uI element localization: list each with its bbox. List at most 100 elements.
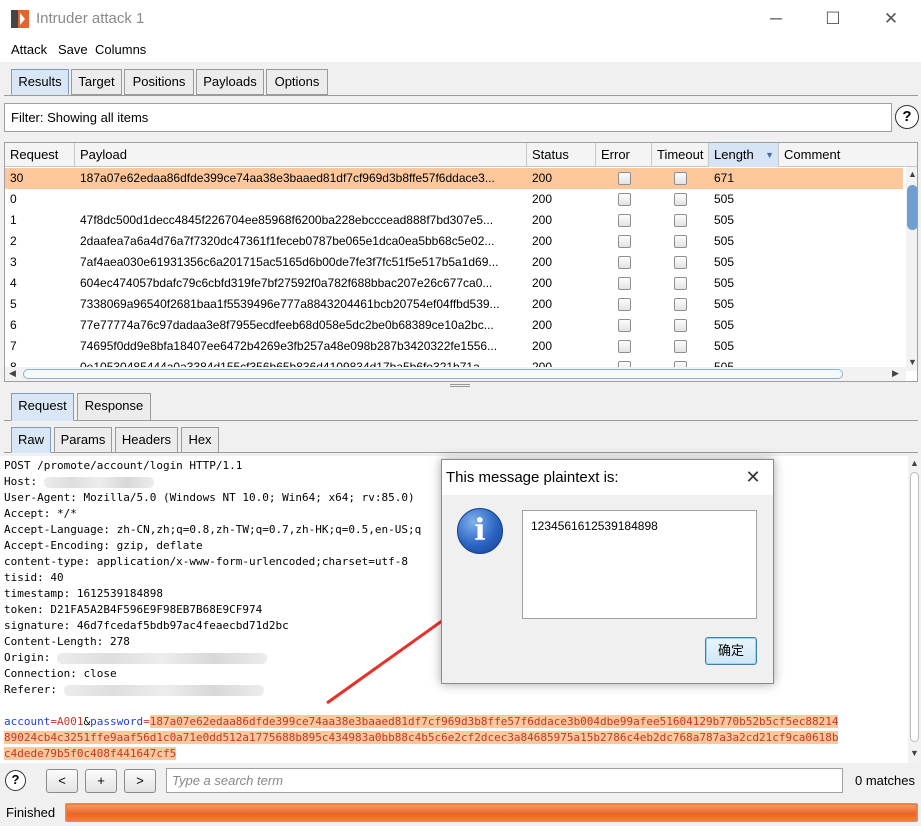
header-tisid: tisid: 40 [4,571,64,584]
error-checkbox [618,172,631,185]
header-connection: Connection: close [4,667,117,680]
tab-response[interactable]: Response [77,393,151,421]
table-row[interactable]: 6 77e77774a76c97dadaa3e8f7955ecdfeeb68d05… [5,315,903,336]
table-header: Request Payload Status Error Timeout Len… [5,143,917,167]
header-accept-language: Accept-Language: zh-CN,zh;q=0.8,zh-TW;q=… [4,523,422,536]
add-button[interactable]: + [85,769,117,793]
maximize-icon[interactable]: ☐ [822,8,844,30]
cell-request: 7 [10,339,17,353]
next-match-button[interactable]: > [124,769,156,793]
tab-strip-line [4,95,918,96]
error-checkbox [618,214,631,227]
tab-hex[interactable]: Hex [181,427,219,453]
timeout-checkbox [674,235,687,248]
minimize-icon[interactable]: ─ [765,8,787,30]
cell-status: 200 [532,213,553,227]
table-row[interactable]: 5 7338069a96540f2681baa1f5539496e777a8843… [5,294,903,315]
error-checkbox [618,340,631,353]
timeout-checkbox [674,193,687,206]
cell-request: 2 [10,234,17,248]
tab-headers[interactable]: Headers [115,427,178,453]
cell-request: 5 [10,297,17,311]
tab-payloads[interactable]: Payloads [196,69,264,95]
sort-desc-icon: ▼ [765,150,774,160]
cell-status: 200 [532,276,553,290]
timeout-checkbox [674,340,687,353]
timeout-checkbox [674,214,687,227]
dialog-close-icon[interactable]: ✕ [742,466,764,488]
header-content-type: content-type: application/x-www-form-url… [4,555,408,568]
tab-raw[interactable]: Raw [11,427,51,453]
body-line: 89024cb4c3251ffe9aaf56d1c0a71e0dd512a177… [4,730,839,746]
table-row[interactable]: 7 74695f0dd9e8bfa18407ee6472b4269e3fb257a… [5,336,903,357]
tab-request[interactable]: Request [11,393,74,421]
table-row[interactable]: 3 7af4aea030e61931356c6a201715ac5165d6b00… [5,252,903,273]
cell-length: 505 [714,276,735,290]
table-row[interactable]: 0 200 505 [5,189,903,210]
cell-status: 200 [532,339,553,353]
col-request[interactable]: Request [5,143,75,167]
col-length[interactable]: Length ▼ [709,143,779,167]
scroll-up-icon[interactable]: ▲ [910,458,919,468]
redacted-blur [56,652,267,664]
tab-options[interactable]: Options [266,69,328,95]
editor-vertical-scrollbar[interactable]: ▲ ▼ [908,456,921,763]
error-checkbox [618,235,631,248]
previous-match-button[interactable]: < [46,769,78,793]
menu-attack[interactable]: Attack [11,42,47,57]
tab-results[interactable]: Results [11,69,69,95]
table-row[interactable]: 30 187a07e62edaa86dfde399ce74aa38e3baaed8… [5,168,903,189]
cell-length: 505 [714,255,735,269]
menu-columns[interactable]: Columns [95,42,146,57]
tab-positions[interactable]: Positions [124,69,194,95]
table-row[interactable]: 2 2daafea7a6a4d76a7f7320dc47361f1feceb078… [5,231,903,252]
cell-length: 505 [714,297,735,311]
scroll-thumb[interactable] [23,369,843,379]
tab-params[interactable]: Params [54,427,112,453]
scroll-right-icon[interactable]: ▶ [892,368,899,379]
ok-button[interactable]: 确定 [705,637,757,665]
timeout-checkbox [674,172,687,185]
cell-payload [75,189,527,210]
scroll-down-icon[interactable]: ▼ [908,357,917,367]
table-vertical-scrollbar[interactable]: ▲ ▼ [906,167,917,371]
col-payload[interactable]: Payload [75,143,527,167]
splitter-handle[interactable] [450,384,470,387]
body-line: c4dede79b5f0c408f441647cf5 [4,746,177,762]
redacted-blur [43,476,154,488]
table-horizontal-scrollbar[interactable]: ◀ ▶ [5,367,906,381]
search-input[interactable]: Type a search term [166,768,843,793]
header-user-agent: User-Agent: Mozilla/5.0 (Windows NT 10.0… [4,491,415,504]
scroll-thumb[interactable] [910,472,919,742]
error-checkbox [618,277,631,290]
dialog-message-field[interactable]: 1234561612539184898 [522,510,757,619]
col-status[interactable]: Status [527,143,596,167]
header-origin: Origin: [4,650,267,666]
timeout-checkbox [674,319,687,332]
request-line: POST /promote/account/login HTTP/1.1 [4,459,243,472]
tab-target[interactable]: Target [71,69,122,95]
table-row[interactable]: 1 47f8dc500d1decc4845f226704ee85968f6200b… [5,210,903,231]
menu-save[interactable]: Save [58,42,88,57]
filter-bar[interactable]: Filter: Showing all items [4,103,892,132]
cell-status: 200 [532,234,553,248]
scroll-down-icon[interactable]: ▼ [910,748,919,758]
header-referer: Referer: [4,682,264,698]
col-error[interactable]: Error [596,143,652,167]
cell-payload: 7338069a96540f2681baa1f5539496e777a88432… [80,297,500,311]
error-checkbox [618,319,631,332]
col-timeout[interactable]: Timeout [652,143,709,167]
cell-payload: 2daafea7a6a4d76a7f7320dc47361f1feceb0787… [80,234,495,248]
close-icon[interactable]: ✕ [880,8,902,30]
cell-status: 200 [532,318,553,332]
error-checkbox [618,193,631,206]
window-title: Intruder attack 1 [36,10,145,27]
scroll-thumb[interactable] [907,185,917,230]
help-icon[interactable]: ? [895,105,919,129]
timeout-checkbox [674,277,687,290]
scroll-left-icon[interactable]: ◀ [9,368,16,379]
table-row[interactable]: 4 604ec474057bdafc79c6cbfd319fe7bf27592f0… [5,273,903,294]
search-help-icon[interactable]: ? [5,770,26,791]
scroll-up-icon[interactable]: ▲ [908,169,917,179]
col-comment[interactable]: Comment [779,143,917,167]
